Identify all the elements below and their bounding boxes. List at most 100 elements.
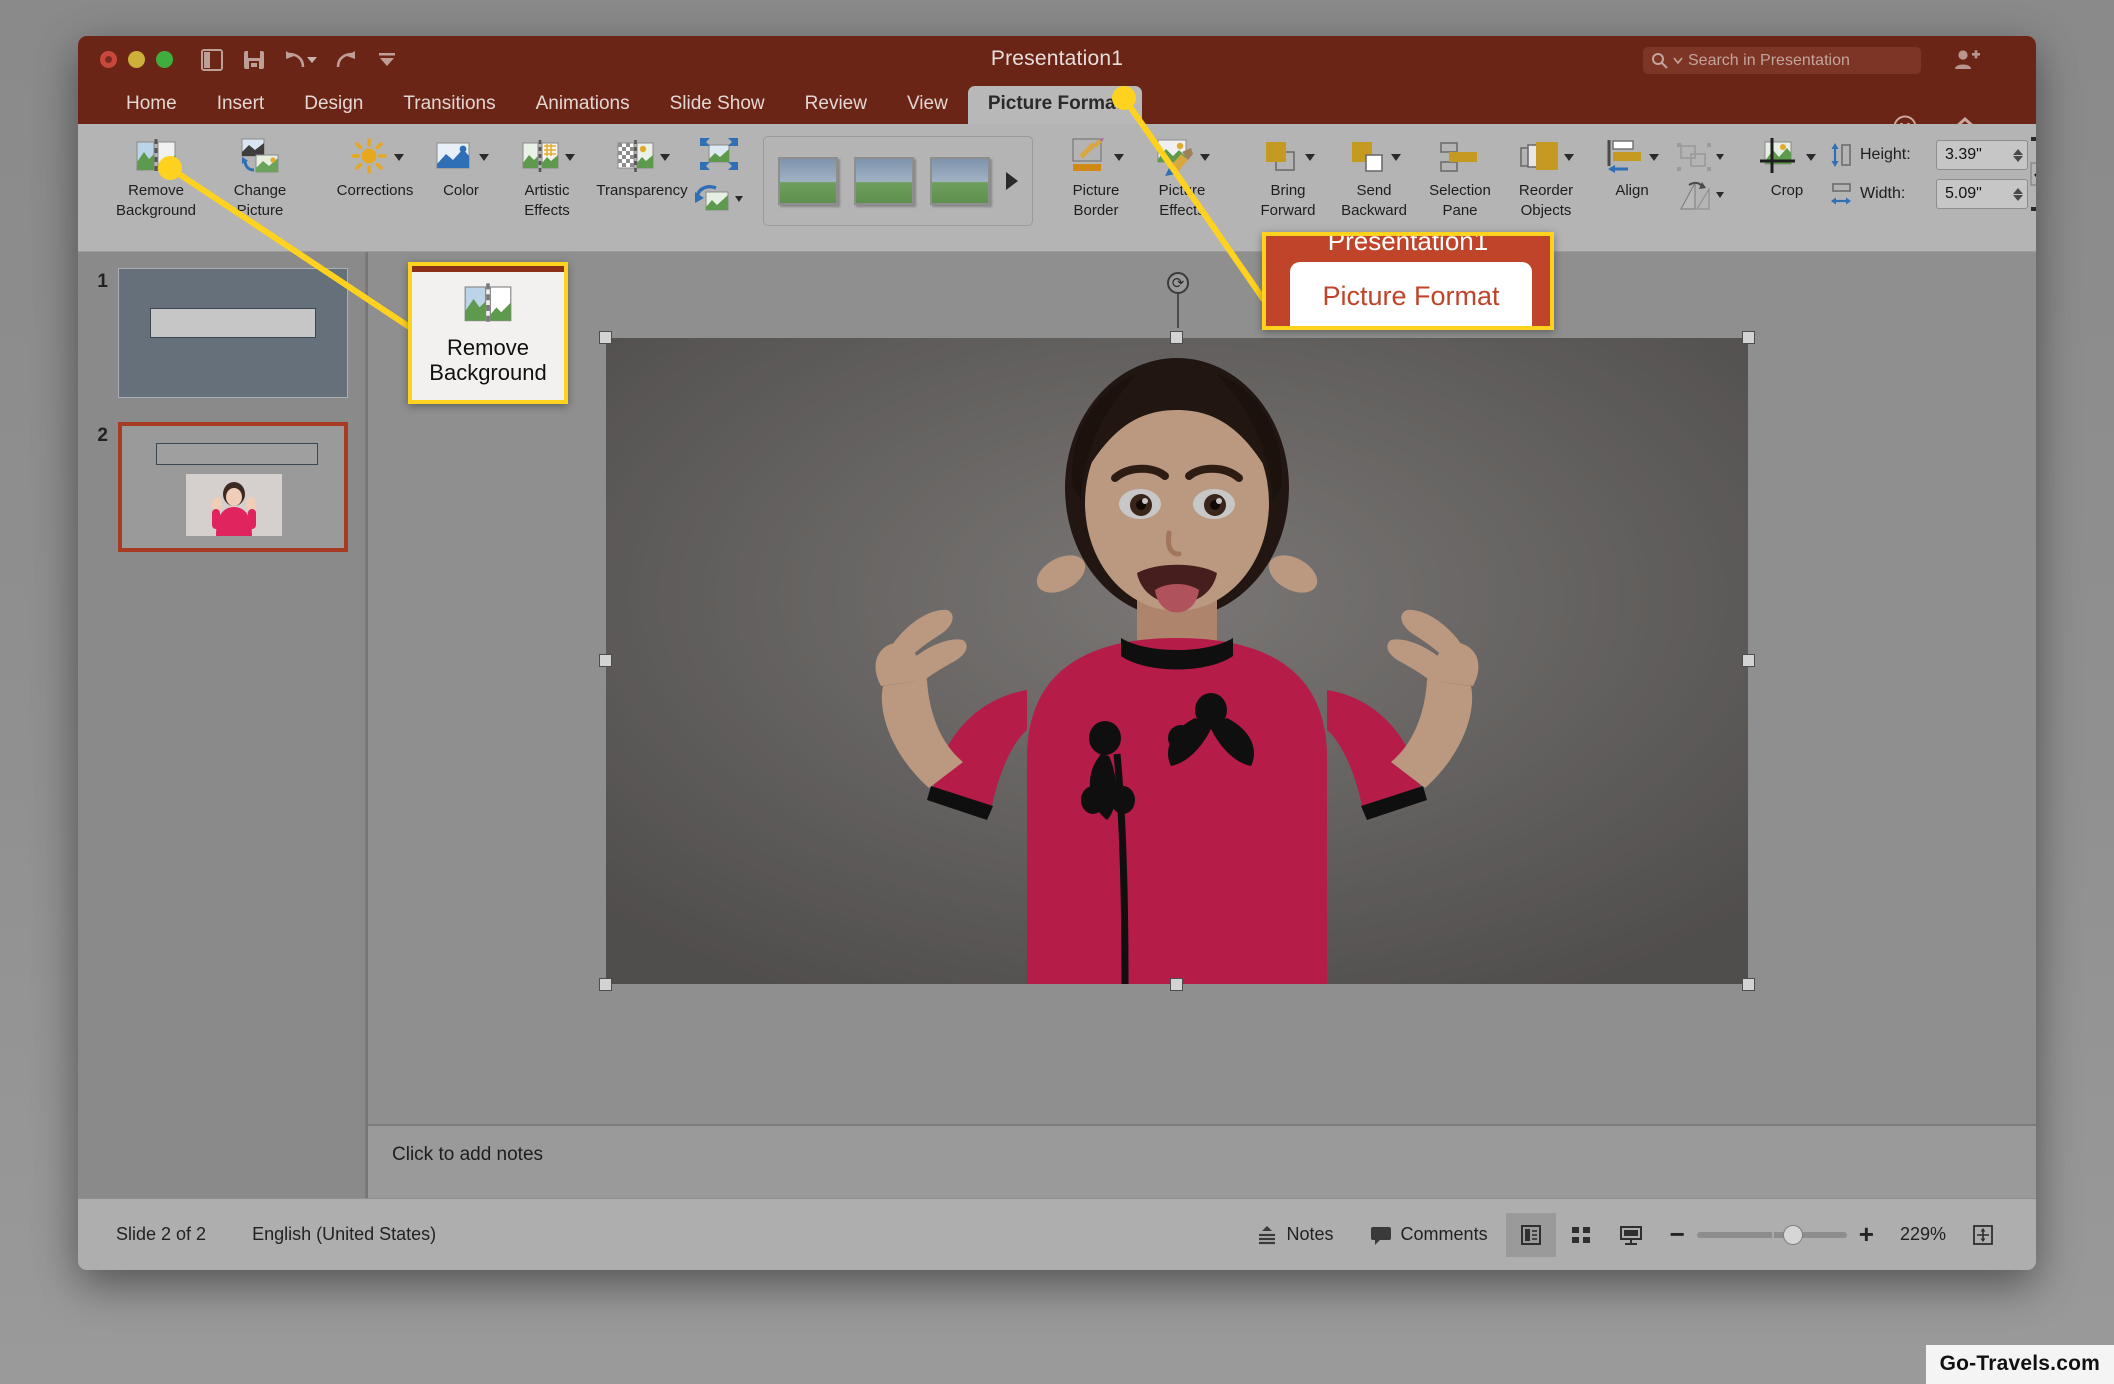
list-item[interactable]: 1 — [78, 268, 367, 422]
status-bar: Slide 2 of 2 English (United States) Not… — [78, 1198, 2036, 1270]
lock-aspect-ratio-control[interactable] — [2028, 128, 2036, 212]
zoom-knob[interactable] — [1782, 1224, 1803, 1245]
slide-canvas-area[interactable]: ⟳ — [368, 252, 2036, 1198]
bring-forward-caret-icon[interactable] — [1304, 153, 1315, 161]
remove-background-label-1: Remove — [128, 182, 184, 199]
send-backward-caret-icon[interactable] — [1390, 153, 1401, 161]
group-objects-button[interactable] — [1675, 141, 1724, 173]
color-button[interactable]: Color — [418, 128, 504, 200]
group-objects-icon — [1677, 143, 1711, 171]
corrections-caret-icon[interactable] — [393, 153, 404, 161]
slideshow-button[interactable] — [1606, 1213, 1656, 1257]
color-caret-icon[interactable] — [478, 153, 489, 161]
selection-handle-n[interactable] — [1170, 331, 1183, 344]
reorder-objects-caret-icon[interactable] — [1563, 153, 1574, 161]
reset-picture-button[interactable] — [694, 182, 743, 216]
notes-label: Notes — [1286, 1224, 1334, 1244]
height-input[interactable]: 3.39" — [1936, 140, 2028, 170]
annotation-remove-background-line1: Remove — [447, 334, 529, 360]
zoom-percentage[interactable]: 229% — [1888, 1224, 1958, 1245]
selection-handle-ne[interactable] — [1742, 331, 1755, 344]
transparency-button[interactable]: Transparency — [590, 128, 694, 200]
tab-transitions[interactable]: Transitions — [383, 86, 515, 124]
selection-handle-s[interactable] — [1170, 978, 1183, 991]
align-caret-icon[interactable] — [1648, 153, 1659, 161]
compress-pictures-button[interactable] — [699, 137, 739, 176]
rotate-objects-button[interactable] — [1675, 179, 1724, 211]
add-user-icon[interactable] — [1954, 48, 1980, 77]
rotate-handle-icon[interactable]: ⟳ — [1167, 272, 1189, 294]
slide-thumbnail-2[interactable] — [118, 422, 348, 552]
picture-border-button[interactable]: Picture Border — [1053, 128, 1139, 220]
artistic-effects-caret-icon[interactable] — [564, 153, 575, 161]
fit-to-window-button[interactable] — [1958, 1213, 2008, 1257]
width-stepper[interactable] — [2013, 187, 2023, 201]
group-objects-caret-icon[interactable] — [1716, 154, 1724, 160]
height-stepper[interactable] — [2013, 148, 2023, 162]
zoom-out-button[interactable]: − — [1670, 1219, 1685, 1250]
remove-background-button[interactable]: Remove Background — [104, 128, 208, 220]
selection-handle-nw[interactable] — [599, 331, 612, 344]
picture-style-1[interactable] — [778, 157, 838, 205]
ribbon-group-style-tools: Picture Border Picture Effects — [1043, 124, 1235, 234]
size-fields: Height: 3.39" Width: 5.09" — [1830, 128, 2028, 209]
tab-insert[interactable]: Insert — [197, 86, 285, 124]
picture-border-caret-icon[interactable] — [1113, 153, 1124, 161]
tab-review[interactable]: Review — [785, 86, 887, 124]
align-button[interactable]: Align — [1589, 128, 1675, 200]
transparency-caret-icon[interactable] — [659, 153, 670, 161]
zoom-track[interactable] — [1696, 1224, 1847, 1245]
notes-button[interactable]: Notes — [1238, 1213, 1352, 1257]
corrections-button[interactable]: Corrections — [332, 128, 418, 200]
bracket-top-right-icon — [2031, 137, 2036, 141]
reset-picture-icon — [695, 184, 729, 210]
language-indicator[interactable]: English (United States) — [252, 1224, 436, 1245]
slide-picture-object[interactable]: ⟳ — [599, 272, 1755, 991]
artistic-effects-icon — [520, 134, 575, 180]
picture-effects-button[interactable]: Picture Effects — [1139, 128, 1225, 220]
more-styles-arrow-icon[interactable] — [1006, 172, 1018, 190]
crop-caret-icon[interactable] — [1805, 153, 1816, 161]
selection-handle-sw[interactable] — [599, 978, 612, 991]
tab-picture-format[interactable]: Picture Format — [967, 86, 1142, 124]
bracket-bottom-right-icon — [2031, 207, 2036, 211]
reorder-objects-button[interactable]: Reorder Objects — [1503, 128, 1589, 220]
comments-button[interactable]: Comments — [1352, 1213, 1506, 1257]
zoom-slider[interactable]: − + — [1656, 1219, 1888, 1250]
selection-handle-w[interactable] — [599, 654, 612, 667]
tab-home[interactable]: Home — [106, 86, 197, 124]
annotation-picture-format: Presentation1 Picture Format — [1262, 232, 1554, 330]
annotation-ghost-title: Presentation1 — [1327, 232, 1489, 256]
notes-pane[interactable]: Click to add notes — [368, 1124, 2036, 1198]
send-backward-button[interactable]: Send Backward — [1331, 128, 1417, 220]
rotate-objects-caret-icon[interactable] — [1716, 192, 1724, 198]
reset-picture-caret-icon[interactable] — [735, 195, 743, 202]
width-input[interactable]: 5.09" — [1936, 179, 2028, 209]
picture-effects-caret-icon[interactable] — [1199, 153, 1210, 161]
list-item[interactable]: 2 — [78, 422, 367, 576]
picture-styles-gallery[interactable] — [763, 136, 1033, 226]
picture-effects-label-1: Picture — [1158, 182, 1206, 199]
crop-button[interactable]: Crop — [1744, 128, 1830, 200]
selection-handle-se[interactable] — [1742, 978, 1755, 991]
artistic-effects-button[interactable]: Artistic Effects — [504, 128, 590, 220]
align-label: Align — [1615, 182, 1649, 199]
notes-icon — [1258, 1225, 1275, 1244]
picture-style-3[interactable] — [930, 157, 990, 205]
selection-handle-e[interactable] — [1742, 654, 1755, 667]
slide-thumbnail-1[interactable] — [118, 268, 348, 398]
zoom-in-button[interactable]: + — [1859, 1219, 1874, 1250]
picture-style-2[interactable] — [854, 157, 914, 205]
tab-view[interactable]: View — [887, 86, 968, 124]
slide-thumbnail-panel[interactable]: 1 2 — [78, 252, 368, 1198]
search-input[interactable]: Search in Presentation — [1643, 47, 1921, 74]
slide-sorter-button[interactable] — [1556, 1213, 1606, 1257]
bring-forward-button[interactable]: Bring Forward — [1245, 128, 1331, 220]
tab-slide-show[interactable]: Slide Show — [650, 86, 785, 124]
selection-pane-button[interactable]: Selection Pane — [1417, 128, 1503, 220]
tab-animations[interactable]: Animations — [516, 86, 650, 124]
change-picture-button[interactable]: Change Picture — [208, 128, 312, 220]
picture-border-label-1: Picture — [1072, 182, 1120, 199]
normal-view-button[interactable] — [1505, 1212, 1556, 1257]
tab-design[interactable]: Design — [284, 86, 383, 124]
